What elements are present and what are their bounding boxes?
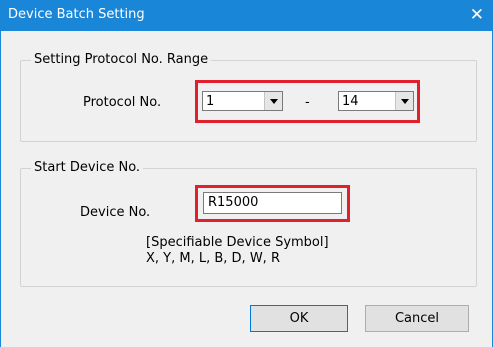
- window-border-left: [0, 31, 1, 347]
- specifiable-device-hint: [Specifiable Device Symbol] X, Y, M, L, …: [146, 235, 329, 267]
- protocol-no-label: Protocol No.: [83, 95, 162, 110]
- protocol-to-select[interactable]: 14: [338, 91, 414, 111]
- protocol-from-select[interactable]: 1: [202, 91, 283, 111]
- ok-button[interactable]: OK: [250, 305, 348, 332]
- device-no-input[interactable]: R15000: [203, 192, 342, 214]
- device-no-label: Device No.: [80, 205, 151, 220]
- start-device-legend: Start Device No.: [31, 160, 144, 175]
- protocol-range-legend: Setting Protocol No. Range: [31, 52, 212, 67]
- hint-symbols: X, Y, M, L, B, D, W, R: [146, 251, 280, 266]
- protocol-to-dropdown-button[interactable]: [395, 92, 413, 110]
- hint-title: [Specifiable Device Symbol]: [146, 235, 329, 250]
- window-title: Device Batch Setting: [8, 7, 145, 22]
- protocol-to-value: 14: [342, 94, 359, 109]
- cancel-button[interactable]: Cancel: [365, 305, 469, 332]
- protocol-from-value: 1: [206, 94, 215, 109]
- chevron-down-icon: [400, 98, 409, 104]
- protocol-from-dropdown-button[interactable]: [264, 92, 282, 110]
- range-separator: -: [305, 95, 310, 110]
- chevron-down-icon: [269, 98, 278, 104]
- close-icon[interactable]: ✕: [470, 5, 484, 25]
- title-bar: Device Batch Setting ✕: [0, 0, 493, 31]
